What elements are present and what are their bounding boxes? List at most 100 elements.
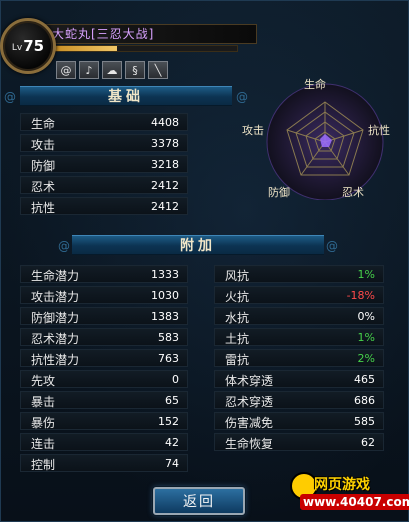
watermark-line1: 网页游戏	[314, 477, 370, 493]
stat-label: 攻击	[31, 138, 56, 152]
stat-row: 土抗 1%	[214, 328, 384, 346]
stat-value: 62	[361, 436, 375, 449]
stat-label: 攻击潜力	[31, 290, 80, 304]
cloud-icon[interactable]: ☁	[102, 61, 122, 79]
stat-label: 先攻	[31, 374, 56, 388]
stat-label: 生命潜力	[31, 269, 80, 283]
stat-value: 0%	[357, 310, 375, 323]
swirl-ornament-icon: @	[326, 239, 338, 253]
stat-label: 抗性	[31, 201, 56, 215]
swirl-ornament-icon: @	[58, 239, 70, 253]
stat-row: 控制 74	[20, 454, 188, 472]
watermark-line2: www.40407.com	[300, 494, 409, 510]
stat-label: 体术穿透	[225, 374, 274, 388]
stat-row: 伤害减免 585	[214, 412, 384, 430]
character-name: 大蛇丸[三忍大战]	[52, 27, 155, 41]
stat-value: 686	[354, 394, 375, 407]
extra-section-header: @ 附加 @	[58, 235, 338, 255]
stat-value: 1%	[357, 331, 375, 344]
stat-value: 74	[165, 457, 179, 470]
stat-row: 忍术穿透 686	[214, 391, 384, 409]
stat-value: 1%	[357, 268, 375, 281]
stat-row: 攻击 3378	[20, 134, 188, 152]
stat-value: 152	[158, 415, 179, 428]
stat-label: 火抗	[225, 290, 250, 304]
extra-section-title: 附加	[180, 238, 216, 254]
stat-label: 防御	[31, 159, 56, 173]
stat-row: 火抗 -18%	[214, 286, 384, 304]
radar-label-bottom-left: 防御	[268, 186, 290, 199]
music-note-icon[interactable]: ♪	[79, 61, 99, 79]
site-watermark: 网页游戏 www.40407.com	[290, 472, 409, 520]
stat-label: 控制	[31, 458, 56, 472]
experience-bar	[48, 45, 238, 52]
stat-value: -18%	[346, 289, 375, 302]
stat-value: 3378	[151, 137, 179, 150]
stat-label: 水抗	[225, 311, 250, 325]
stat-label: 暴伤	[31, 416, 56, 430]
stat-value: 65	[165, 394, 179, 407]
stat-row: 忍术潜力 583	[20, 328, 188, 346]
stat-label: 连击	[31, 437, 56, 451]
stat-label: 伤害减免	[225, 416, 274, 430]
stat-value: 42	[165, 436, 179, 449]
stat-row: 先攻 0	[20, 370, 188, 388]
swirl-ornament-icon: @	[236, 90, 248, 104]
sword-icon[interactable]: ╲	[148, 61, 168, 79]
stat-value: 2412	[151, 200, 179, 213]
stat-label: 忍术潜力	[31, 332, 80, 346]
radar-label-bottom-right: 忍术	[342, 186, 364, 199]
stat-row: 水抗 0%	[214, 307, 384, 325]
stat-row: 防御 3218	[20, 155, 188, 173]
stat-value: 2%	[357, 352, 375, 365]
stat-value: 1383	[151, 310, 179, 323]
stat-label: 土抗	[225, 332, 250, 346]
stat-value: 585	[354, 415, 375, 428]
stat-row: 连击 42	[20, 433, 188, 451]
stat-row: 暴伤 152	[20, 412, 188, 430]
stat-label: 忍术穿透	[225, 395, 274, 409]
stat-label: 暴击	[31, 395, 56, 409]
stat-value: 583	[158, 331, 179, 344]
stat-row: 防御潜力 1383	[20, 307, 188, 325]
stat-row: 体术穿透 465	[214, 370, 384, 388]
stat-value: 763	[158, 352, 179, 365]
stat-value: 4408	[151, 116, 179, 129]
stat-row: 风抗 1%	[214, 265, 384, 283]
radar-label-top: 生命	[304, 78, 326, 91]
stat-value: 3218	[151, 158, 179, 171]
level-badge: Lv 75	[0, 18, 56, 74]
stat-label: 风抗	[225, 269, 250, 283]
stat-value: 1333	[151, 268, 179, 281]
stat-row: 攻击潜力 1030	[20, 286, 188, 304]
attribute-radar-chart: 生命 抗性 忍术 防御 攻击	[242, 78, 400, 201]
experience-fill	[49, 46, 117, 51]
stat-label: 防御潜力	[31, 311, 80, 325]
stat-row: 雷抗 2%	[214, 349, 384, 367]
back-button[interactable]: 返回	[153, 487, 245, 515]
stat-row: 生命 4408	[20, 113, 188, 131]
swirl-ornament-icon: @	[4, 90, 16, 104]
stat-row: 抗性 2412	[20, 197, 188, 215]
level-number: 75	[23, 37, 45, 55]
stat-value: 1030	[151, 289, 179, 302]
stat-label: 雷抗	[225, 353, 250, 367]
radar-svg	[266, 83, 384, 201]
skill-icon-row: @ ♪ ☁ § ╲	[56, 61, 168, 79]
basic-section-title: 基础	[108, 89, 144, 105]
stat-label: 忍术	[31, 180, 56, 194]
stat-value: 2412	[151, 179, 179, 192]
wind-swirl-icon[interactable]: @	[56, 61, 76, 79]
stat-row: 暴击 65	[20, 391, 188, 409]
radar-label-right: 抗性	[368, 124, 390, 137]
stat-row: 生命潜力 1333	[20, 265, 188, 283]
stat-label: 生命	[31, 117, 56, 131]
stat-label: 抗性潜力	[31, 353, 80, 367]
radar-label-left: 攻击	[242, 124, 264, 137]
stat-row: 生命恢复 62	[214, 433, 384, 451]
tornado-icon[interactable]: §	[125, 61, 145, 79]
stat-row: 抗性潜力 763	[20, 349, 188, 367]
stat-value: 0	[172, 373, 179, 386]
basic-section-header: @ 基础 @	[4, 86, 248, 106]
stat-value: 465	[354, 373, 375, 386]
